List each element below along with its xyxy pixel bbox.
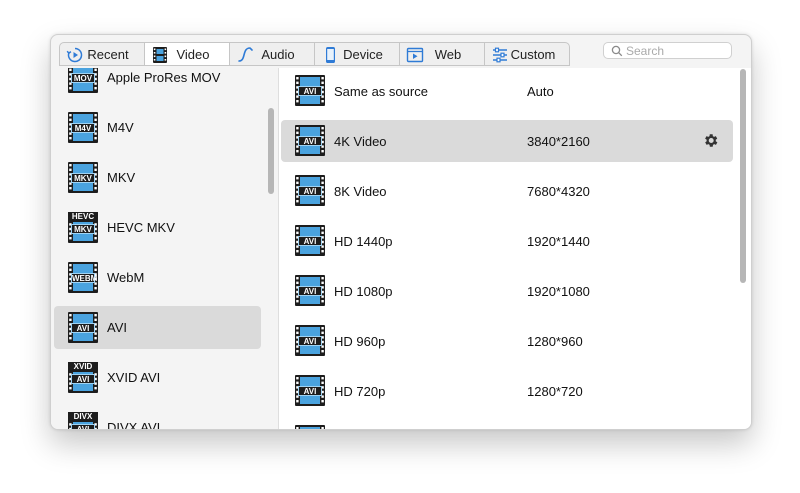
format-badge: AVI: [71, 424, 95, 429]
format-badge-top: HEVC: [68, 212, 98, 222]
format-badge-top: XVID: [68, 362, 98, 372]
tab-audio[interactable]: Audio: [229, 42, 315, 66]
format-badge: MKV: [71, 224, 95, 234]
format-badge: AVI: [298, 136, 322, 146]
preset-resolution: 1280*720: [527, 384, 583, 399]
category-label: DIVX AVI: [107, 420, 161, 429]
tab-label: Video: [176, 46, 210, 62]
video-format-icon: MOV: [68, 68, 98, 93]
category-list-scrollbar[interactable]: [268, 108, 274, 194]
video-format-icon: M4V: [68, 112, 98, 143]
video-format-icon: DIVX AVI: [68, 412, 98, 429]
video-format-icon: AVI: [295, 225, 325, 256]
preset-name: Same as source: [334, 84, 428, 99]
preset-name: HD 1440p: [334, 234, 393, 249]
format-preset-row[interactable]: AVI: [281, 420, 733, 429]
category-label: WebM: [107, 270, 145, 285]
category-label: XVID AVI: [107, 370, 161, 385]
gear-icon[interactable]: [702, 132, 719, 149]
format-badge: AVI: [71, 374, 95, 384]
video-format-icon: AVI: [295, 325, 325, 356]
format-preset-row[interactable]: AVI HD 1440p 1920*1440: [281, 220, 733, 262]
category-item[interactable]: AVI AVI: [54, 306, 261, 349]
category-label: M4V: [107, 120, 134, 135]
category-label: Apple ProRes MOV: [107, 70, 221, 85]
category-item[interactable]: M4V M4V: [54, 106, 261, 149]
tab-video[interactable]: Video: [144, 42, 230, 66]
format-badge: WEBM: [71, 273, 98, 283]
format-badge: M4V: [71, 123, 95, 133]
video-format-icon: AVI: [295, 275, 325, 306]
preset-name: HD 960p: [334, 334, 386, 349]
format-preset-row[interactable]: AVI 4K Video 3840*2160: [281, 120, 733, 162]
tab-device[interactable]: Device: [314, 42, 400, 66]
tab-recent[interactable]: Recent: [59, 42, 145, 66]
category-item[interactable]: XVID AVI XVID AVI: [54, 356, 261, 399]
format-preset-row[interactable]: AVI HD 960p 1280*960: [281, 320, 733, 362]
preset-name: 4K Video: [334, 134, 387, 149]
tab-label: Custom: [510, 46, 556, 62]
preset-resolution: 1920*1080: [527, 284, 590, 299]
tab-label: Device: [343, 46, 383, 62]
video-format-icon: AVI: [68, 312, 98, 343]
search-input[interactable]: [626, 43, 726, 58]
tab-custom[interactable]: Custom: [484, 42, 570, 66]
format-badge: MKV: [71, 173, 95, 183]
format-badge: AVI: [298, 186, 322, 196]
format-badge: AVI: [298, 236, 322, 246]
format-badge: AVI: [298, 386, 322, 396]
preset-resolution: 3840*2160: [527, 134, 590, 149]
video-format-icon: MKV: [68, 162, 98, 193]
format-picker-window: Recent Video Audio Device Web Custom Sea…: [50, 34, 752, 430]
video-format-icon: HEVC MKV: [68, 212, 98, 243]
video-format-icon: WEBM: [68, 262, 98, 293]
video-format-icon: AVI: [295, 375, 325, 406]
preset-resolution: 1920*1440: [527, 234, 590, 249]
format-badge: AVI: [298, 286, 322, 296]
category-label: HEVC MKV: [107, 220, 175, 235]
format-preset-row[interactable]: AVI Same as source Auto: [281, 70, 733, 112]
video-format-icon: XVID AVI: [68, 362, 98, 393]
format-badge: AVI: [298, 86, 322, 96]
tab-label: Audio: [261, 46, 295, 62]
format-preset-row[interactable]: AVI HD 720p 1280*720: [281, 370, 733, 412]
category-item[interactable]: MKV MKV: [54, 156, 261, 199]
format-category-list: MOV Apple ProRes MOV M4V M4V MKV MKV HEVC MKV HE…: [51, 68, 266, 429]
preset-name: 8K Video: [334, 184, 387, 199]
format-badge: AVI: [71, 323, 95, 333]
preset-resolution: 1280*960: [527, 334, 583, 349]
video-format-icon: AVI: [295, 425, 325, 429]
tab-web[interactable]: Web: [399, 42, 485, 66]
format-badge: AVI: [298, 336, 322, 346]
category-item[interactable]: WEBM WebM: [54, 256, 261, 299]
category-item[interactable]: MOV Apple ProRes MOV: [54, 68, 261, 99]
category-label: MKV: [107, 170, 136, 185]
tab-label: Web: [434, 46, 462, 62]
preset-name: HD 1080p: [334, 284, 393, 299]
category-item[interactable]: DIVXAVIDIVX AVI: [54, 406, 261, 429]
format-badge-top: DIVX: [68, 412, 98, 422]
category-item[interactable]: HEVC MKV HEVC MKV: [54, 206, 261, 249]
preset-resolution: 7680*4320: [527, 184, 590, 199]
video-format-icon: AVI: [295, 175, 325, 206]
preset-resolution: Auto: [527, 84, 554, 99]
preset-name: HD 720p: [334, 384, 386, 399]
video-format-icon: AVI: [295, 125, 325, 156]
video-format-icon: AVI: [295, 75, 325, 106]
format-preset-list: AVI Same as source Auto AVI 4K Video 3840*216…: [279, 68, 751, 429]
format-preset-row[interactable]: AVI 8K Video 7680*4320: [281, 170, 733, 212]
category-tab-bar: Recent Video Audio Device Web Custom: [59, 42, 570, 66]
tab-label: Recent: [87, 46, 129, 62]
search-icon: [611, 45, 623, 57]
preset-list-scrollbar[interactable]: [740, 69, 746, 283]
category-label: AVI: [107, 320, 127, 335]
search-box[interactable]: [603, 42, 732, 59]
format-preset-row[interactable]: AVI HD 1080p 1920*1080: [281, 270, 733, 312]
format-badge: MOV: [71, 73, 95, 83]
